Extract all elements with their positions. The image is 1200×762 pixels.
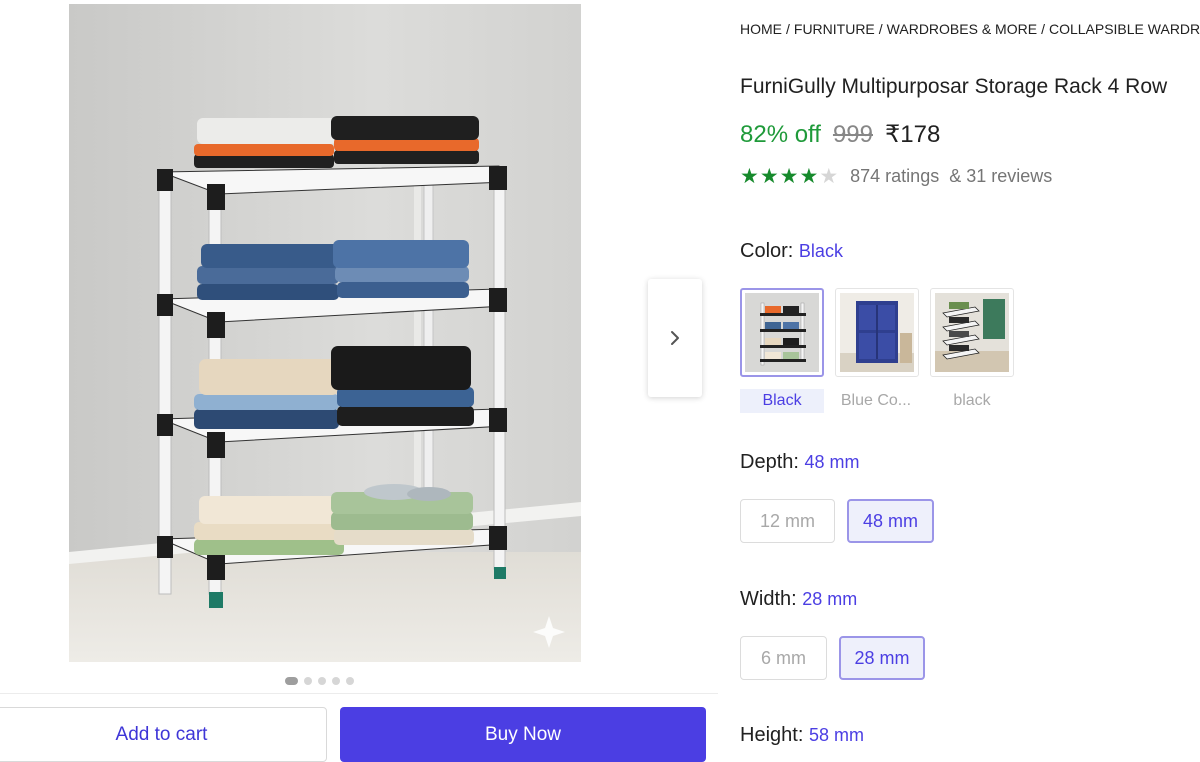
rating-stars[interactable]: ★ ★ ★ ★ ★	[740, 166, 838, 187]
color-label: Color: Black	[740, 240, 843, 263]
width-selected-value: 28 mm	[802, 589, 858, 609]
product-title: FurniGully Multipurposar Storage Rack 4 …	[740, 75, 1168, 98]
original-price: 999	[832, 121, 873, 148]
swatch-thumbnail	[840, 293, 914, 372]
gallery-dot[interactable]	[332, 677, 340, 685]
product-image[interactable]	[69, 4, 581, 662]
star-icon: ★	[759, 165, 779, 188]
breadcrumb-home[interactable]: HOME	[740, 21, 782, 37]
color-label-text: Color:	[740, 240, 794, 262]
depth-option-48mm[interactable]: 48 mm	[847, 499, 934, 543]
discount-label: 82% off	[740, 121, 821, 148]
add-to-cart-button[interactable]: Add to cart	[0, 707, 327, 762]
breadcrumb-wardrobes[interactable]: WARDROBES & MORE	[887, 21, 1037, 37]
buy-now-button[interactable]: Buy Now	[340, 707, 706, 762]
depth-label-text: Depth:	[740, 451, 799, 473]
color-swatch-blue[interactable]	[835, 288, 919, 377]
selling-price: ₹178	[885, 121, 941, 148]
star-icon: ★	[819, 165, 839, 188]
width-option-6mm[interactable]: 6 mm	[740, 636, 827, 680]
height-label: Height: 58 mm	[740, 724, 864, 747]
swatch-thumbnail	[745, 293, 819, 372]
star-icon: ★	[740, 165, 759, 188]
width-label: Width: 28 mm	[740, 588, 857, 611]
gallery-dot[interactable]	[285, 677, 298, 685]
color-option-label[interactable]: black	[930, 389, 1014, 413]
gallery-pagination	[285, 677, 354, 685]
depth-label: Depth: 48 mm	[740, 451, 860, 474]
gallery-dot[interactable]	[346, 677, 354, 685]
breadcrumb-furniture[interactable]: FURNITURE	[794, 21, 875, 37]
price-row: 82% off 999 ₹178	[740, 120, 940, 149]
swatch-thumbnail	[935, 293, 1009, 372]
width-option-28mm[interactable]: 28 mm	[839, 636, 925, 680]
color-option-label[interactable]: Blue Co...	[834, 389, 918, 413]
gallery-dot[interactable]	[318, 677, 326, 685]
gallery-dot[interactable]	[304, 677, 312, 685]
width-label-text: Width:	[740, 588, 797, 610]
storage-rack-photo	[69, 4, 581, 662]
depth-option-12mm[interactable]: 12 mm	[740, 499, 835, 543]
ratings-count[interactable]: 874 ratings	[850, 166, 939, 187]
height-selected-value: 58 mm	[808, 725, 864, 745]
star-icon: ★	[799, 165, 819, 188]
rating-row: ★ ★ ★ ★ ★ 874 ratings & 31 reviews	[740, 166, 1052, 187]
breadcrumb: HOME / FURNITURE / WARDROBES & MORE / COLLAPSI…	[740, 21, 1200, 37]
next-image-button[interactable]	[648, 279, 702, 397]
breadcrumb-collapsible-wardrobes[interactable]: COLLAPSIBLE WARDROBES	[1049, 21, 1200, 37]
chevron-right-icon	[671, 331, 679, 345]
height-label-text: Height:	[740, 724, 804, 746]
reviews-count[interactable]: & 31 reviews	[949, 166, 1052, 187]
color-swatch-black-alt[interactable]	[930, 288, 1014, 377]
star-icon: ★	[779, 165, 799, 188]
depth-selected-value: 48 mm	[804, 452, 860, 472]
divider	[0, 693, 718, 694]
color-swatch-black[interactable]	[740, 288, 824, 377]
color-option-label[interactable]: Black	[740, 389, 824, 413]
color-selected-value: Black	[798, 241, 843, 261]
